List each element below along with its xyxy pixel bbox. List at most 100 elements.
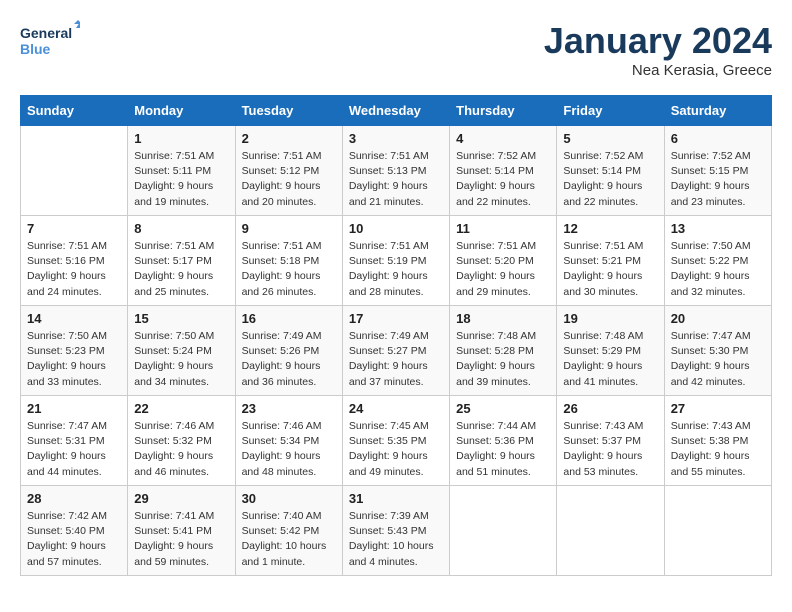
day-number: 16 xyxy=(242,311,336,326)
calendar-cell: 16 Sunrise: 7:49 AMSunset: 5:26 PMDaylig… xyxy=(235,306,342,396)
day-number: 25 xyxy=(456,401,550,416)
day-info: Sunrise: 7:51 AMSunset: 5:19 PMDaylight:… xyxy=(349,239,443,300)
day-number: 4 xyxy=(456,131,550,146)
day-number: 5 xyxy=(563,131,657,146)
day-info: Sunrise: 7:49 AMSunset: 5:26 PMDaylight:… xyxy=(242,329,336,390)
day-info: Sunrise: 7:49 AMSunset: 5:27 PMDaylight:… xyxy=(349,329,443,390)
day-info: Sunrise: 7:48 AMSunset: 5:29 PMDaylight:… xyxy=(563,329,657,390)
calendar-cell: 22 Sunrise: 7:46 AMSunset: 5:32 PMDaylig… xyxy=(128,396,235,486)
day-info: Sunrise: 7:46 AMSunset: 5:32 PMDaylight:… xyxy=(134,419,228,480)
column-header-sunday: Sunday xyxy=(21,96,128,126)
calendar-cell: 25 Sunrise: 7:44 AMSunset: 5:36 PMDaylig… xyxy=(450,396,557,486)
day-number: 13 xyxy=(671,221,765,236)
calendar-cell: 6 Sunrise: 7:52 AMSunset: 5:15 PMDayligh… xyxy=(664,126,771,216)
month-title: January 2024 xyxy=(544,20,772,62)
svg-text:Blue: Blue xyxy=(20,41,51,57)
day-number: 23 xyxy=(242,401,336,416)
title-block: January 2024 Nea Kerasia, Greece xyxy=(544,20,772,79)
day-info: Sunrise: 7:43 AMSunset: 5:38 PMDaylight:… xyxy=(671,419,765,480)
day-info: Sunrise: 7:51 AMSunset: 5:21 PMDaylight:… xyxy=(563,239,657,300)
calendar-cell: 8 Sunrise: 7:51 AMSunset: 5:17 PMDayligh… xyxy=(128,216,235,306)
day-info: Sunrise: 7:52 AMSunset: 5:15 PMDaylight:… xyxy=(671,149,765,210)
calendar-week-row: 28 Sunrise: 7:42 AMSunset: 5:40 PMDaylig… xyxy=(21,486,772,576)
calendar-week-row: 7 Sunrise: 7:51 AMSunset: 5:16 PMDayligh… xyxy=(21,216,772,306)
calendar-cell xyxy=(664,486,771,576)
day-info: Sunrise: 7:51 AMSunset: 5:12 PMDaylight:… xyxy=(242,149,336,210)
logo-svg: General Blue xyxy=(20,20,80,60)
calendar-cell: 5 Sunrise: 7:52 AMSunset: 5:14 PMDayligh… xyxy=(557,126,664,216)
day-number: 17 xyxy=(349,311,443,326)
calendar-cell xyxy=(21,126,128,216)
day-number: 11 xyxy=(456,221,550,236)
day-number: 20 xyxy=(671,311,765,326)
calendar-cell: 3 Sunrise: 7:51 AMSunset: 5:13 PMDayligh… xyxy=(342,126,449,216)
calendar-cell: 27 Sunrise: 7:43 AMSunset: 5:38 PMDaylig… xyxy=(664,396,771,486)
day-info: Sunrise: 7:42 AMSunset: 5:40 PMDaylight:… xyxy=(27,509,121,570)
calendar-cell: 18 Sunrise: 7:48 AMSunset: 5:28 PMDaylig… xyxy=(450,306,557,396)
day-number: 18 xyxy=(456,311,550,326)
day-number: 3 xyxy=(349,131,443,146)
day-info: Sunrise: 7:51 AMSunset: 5:13 PMDaylight:… xyxy=(349,149,443,210)
day-number: 2 xyxy=(242,131,336,146)
column-header-monday: Monday xyxy=(128,96,235,126)
column-header-tuesday: Tuesday xyxy=(235,96,342,126)
day-info: Sunrise: 7:51 AMSunset: 5:16 PMDaylight:… xyxy=(27,239,121,300)
day-number: 9 xyxy=(242,221,336,236)
calendar-table: SundayMondayTuesdayWednesdayThursdayFrid… xyxy=(20,95,772,576)
day-info: Sunrise: 7:46 AMSunset: 5:34 PMDaylight:… xyxy=(242,419,336,480)
day-info: Sunrise: 7:51 AMSunset: 5:18 PMDaylight:… xyxy=(242,239,336,300)
calendar-cell: 17 Sunrise: 7:49 AMSunset: 5:27 PMDaylig… xyxy=(342,306,449,396)
day-number: 29 xyxy=(134,491,228,506)
calendar-cell: 11 Sunrise: 7:51 AMSunset: 5:20 PMDaylig… xyxy=(450,216,557,306)
calendar-cell: 14 Sunrise: 7:50 AMSunset: 5:23 PMDaylig… xyxy=(21,306,128,396)
calendar-cell: 28 Sunrise: 7:42 AMSunset: 5:40 PMDaylig… xyxy=(21,486,128,576)
day-number: 30 xyxy=(242,491,336,506)
calendar-cell: 10 Sunrise: 7:51 AMSunset: 5:19 PMDaylig… xyxy=(342,216,449,306)
calendar-week-row: 1 Sunrise: 7:51 AMSunset: 5:11 PMDayligh… xyxy=(21,126,772,216)
calendar-cell xyxy=(557,486,664,576)
calendar-cell: 15 Sunrise: 7:50 AMSunset: 5:24 PMDaylig… xyxy=(128,306,235,396)
day-number: 31 xyxy=(349,491,443,506)
day-info: Sunrise: 7:45 AMSunset: 5:35 PMDaylight:… xyxy=(349,419,443,480)
day-info: Sunrise: 7:50 AMSunset: 5:22 PMDaylight:… xyxy=(671,239,765,300)
calendar-cell: 19 Sunrise: 7:48 AMSunset: 5:29 PMDaylig… xyxy=(557,306,664,396)
calendar-cell: 21 Sunrise: 7:47 AMSunset: 5:31 PMDaylig… xyxy=(21,396,128,486)
calendar-cell: 2 Sunrise: 7:51 AMSunset: 5:12 PMDayligh… xyxy=(235,126,342,216)
day-info: Sunrise: 7:51 AMSunset: 5:17 PMDaylight:… xyxy=(134,239,228,300)
calendar-cell: 26 Sunrise: 7:43 AMSunset: 5:37 PMDaylig… xyxy=(557,396,664,486)
day-info: Sunrise: 7:51 AMSunset: 5:11 PMDaylight:… xyxy=(134,149,228,210)
day-info: Sunrise: 7:51 AMSunset: 5:20 PMDaylight:… xyxy=(456,239,550,300)
svg-text:General: General xyxy=(20,25,72,41)
column-header-thursday: Thursday xyxy=(450,96,557,126)
day-info: Sunrise: 7:50 AMSunset: 5:23 PMDaylight:… xyxy=(27,329,121,390)
calendar-week-row: 21 Sunrise: 7:47 AMSunset: 5:31 PMDaylig… xyxy=(21,396,772,486)
day-info: Sunrise: 7:47 AMSunset: 5:30 PMDaylight:… xyxy=(671,329,765,390)
location-subtitle: Nea Kerasia, Greece xyxy=(544,62,772,79)
column-header-saturday: Saturday xyxy=(664,96,771,126)
day-number: 6 xyxy=(671,131,765,146)
column-header-wednesday: Wednesday xyxy=(342,96,449,126)
day-number: 1 xyxy=(134,131,228,146)
day-info: Sunrise: 7:47 AMSunset: 5:31 PMDaylight:… xyxy=(27,419,121,480)
day-number: 8 xyxy=(134,221,228,236)
day-number: 21 xyxy=(27,401,121,416)
day-info: Sunrise: 7:52 AMSunset: 5:14 PMDaylight:… xyxy=(563,149,657,210)
day-number: 7 xyxy=(27,221,121,236)
logo: General Blue xyxy=(20,20,80,60)
day-number: 14 xyxy=(27,311,121,326)
calendar-cell: 30 Sunrise: 7:40 AMSunset: 5:42 PMDaylig… xyxy=(235,486,342,576)
calendar-cell: 4 Sunrise: 7:52 AMSunset: 5:14 PMDayligh… xyxy=(450,126,557,216)
day-info: Sunrise: 7:41 AMSunset: 5:41 PMDaylight:… xyxy=(134,509,228,570)
day-info: Sunrise: 7:39 AMSunset: 5:43 PMDaylight:… xyxy=(349,509,443,570)
day-number: 12 xyxy=(563,221,657,236)
day-number: 28 xyxy=(27,491,121,506)
calendar-cell: 31 Sunrise: 7:39 AMSunset: 5:43 PMDaylig… xyxy=(342,486,449,576)
calendar-cell: 12 Sunrise: 7:51 AMSunset: 5:21 PMDaylig… xyxy=(557,216,664,306)
day-number: 15 xyxy=(134,311,228,326)
calendar-cell: 29 Sunrise: 7:41 AMSunset: 5:41 PMDaylig… xyxy=(128,486,235,576)
column-header-friday: Friday xyxy=(557,96,664,126)
calendar-week-row: 14 Sunrise: 7:50 AMSunset: 5:23 PMDaylig… xyxy=(21,306,772,396)
calendar-cell: 1 Sunrise: 7:51 AMSunset: 5:11 PMDayligh… xyxy=(128,126,235,216)
calendar-cell xyxy=(450,486,557,576)
calendar-cell: 9 Sunrise: 7:51 AMSunset: 5:18 PMDayligh… xyxy=(235,216,342,306)
